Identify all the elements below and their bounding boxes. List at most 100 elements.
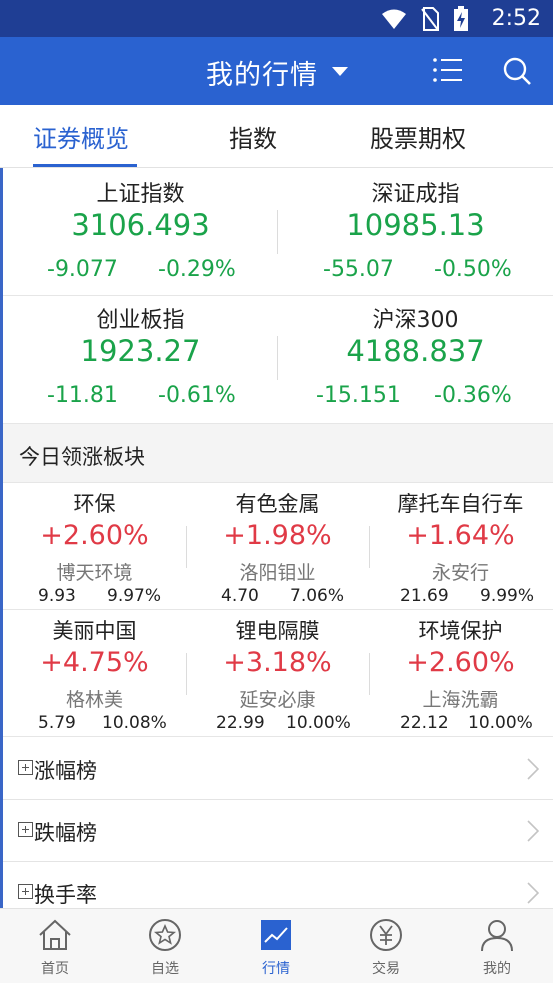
leading-stock-name: 延安必康	[239, 689, 316, 711]
leading-stock-name: 博天环境	[56, 562, 133, 584]
no-sim-icon	[421, 7, 439, 31]
nav-label: 交易	[372, 961, 400, 977]
index-row: 创业板指 1923.27 -11.81 -0.61% 沪深300 4188.83…	[3, 296, 553, 422]
index-value: 4188.837	[346, 334, 485, 368]
search-icon[interactable]	[502, 56, 532, 86]
leading-stock-pct: 10.00%	[286, 713, 351, 733]
leading-stock-pct: 9.99%	[480, 586, 535, 606]
list-icon[interactable]	[433, 57, 463, 83]
sector-card[interactable]: 环保 +2.60% 博天环境 9.93 9.97%	[3, 484, 186, 610]
tab-index[interactable]: 指数	[229, 119, 277, 154]
section-title: 今日领涨板块	[19, 445, 145, 469]
index-name: 创业板指	[96, 308, 185, 333]
nav-label: 自选	[151, 961, 179, 977]
status-icons	[381, 6, 469, 32]
leading-stock-price: 9.93	[38, 586, 76, 606]
index-change: -9.077	[47, 257, 118, 282]
sector-change-pct: +1.98%	[223, 520, 332, 551]
sector-name: 有色金属	[235, 492, 320, 516]
sector-card[interactable]: 美丽中国 +4.75% 格林美 5.79 10.08%	[3, 611, 186, 737]
index-card[interactable]: 沪深300 4188.837 -15.151 -0.36%	[278, 296, 553, 422]
nav-home[interactable]: 首页	[0, 909, 110, 983]
expand-icon	[18, 822, 33, 837]
leading-stock-price: 5.79	[38, 713, 76, 733]
sector-card[interactable]: 摩托车自行车 +1.64% 永安行 21.69 9.99%	[369, 484, 552, 610]
leading-stock-name: 格林美	[65, 689, 123, 711]
leading-stock-pct: 10.00%	[468, 713, 533, 733]
home-icon	[39, 919, 71, 950]
sector-name: 环保	[73, 492, 116, 516]
index-card[interactable]: 创业板指 1923.27 -11.81 -0.61%	[3, 296, 278, 422]
sector-change-pct: +2.60%	[406, 647, 515, 678]
index-name: 上证指数	[96, 182, 185, 207]
tab-securities-overview[interactable]: 证券概览	[33, 119, 129, 154]
sector-change-pct: +2.60%	[40, 520, 149, 551]
sector-change-pct: +3.18%	[223, 647, 332, 678]
nav-profile[interactable]: 我的	[442, 909, 552, 983]
index-card[interactable]: 上证指数 3106.493 -9.077 -0.29%	[3, 170, 278, 296]
rank-list-label: 换手率	[34, 883, 97, 907]
chart-icon	[261, 920, 291, 950]
index-value: 1923.27	[80, 334, 201, 368]
leading-stock-pct: 10.08%	[102, 713, 167, 733]
header-bar: 我的行情	[0, 37, 553, 105]
bottom-nav: 首页 自选 行情 交易 我的	[0, 908, 553, 983]
tab-bar: 证券概览 指数 股票期权	[0, 105, 553, 168]
active-tab-indicator	[33, 164, 137, 167]
star-icon	[149, 919, 181, 951]
leading-stock-name: 上海洗霸	[422, 689, 499, 711]
leading-stock-pct: 9.97%	[107, 586, 162, 606]
index-change: -55.07	[323, 257, 394, 282]
leading-stock-pct: 7.06%	[290, 586, 345, 606]
page-title[interactable]: 我的行情	[206, 53, 318, 92]
chevron-right-icon	[527, 820, 539, 842]
index-name: 深证成指	[371, 182, 460, 207]
index-change-pct: -0.29%	[158, 257, 236, 282]
index-value: 3106.493	[71, 208, 210, 242]
clock: 2:52	[491, 6, 541, 31]
rank-list-gainers[interactable]: 涨幅榜	[3, 738, 553, 800]
rank-list-losers[interactable]: 跌幅榜	[3, 800, 553, 862]
sector-name: 环境保护	[418, 619, 503, 643]
sector-card[interactable]: 环境保护 +2.60% 上海洗霸 22.12 10.00%	[369, 611, 552, 737]
leading-stock-name: 永安行	[431, 562, 489, 584]
chevron-right-icon	[527, 758, 539, 780]
app-frame: 2:52 我的行情 证券概览 指数 股票期权 上证指数 3106.493 -9.…	[0, 0, 553, 983]
leading-stock-price: 22.12	[400, 713, 449, 733]
index-card[interactable]: 深证成指 10985.13 -55.07 -0.50%	[278, 170, 553, 296]
index-change: -15.151	[316, 383, 401, 408]
user-icon	[481, 920, 513, 952]
battery-charging-icon	[454, 6, 468, 31]
nav-watchlist[interactable]: 自选	[110, 909, 220, 983]
status-bar: 2:52	[0, 0, 553, 37]
sector-change-pct: +1.64%	[406, 520, 515, 551]
index-change-pct: -0.61%	[158, 383, 236, 408]
leading-stock-price: 4.70	[221, 586, 259, 606]
nav-trade[interactable]: 交易	[331, 909, 441, 983]
tab-stock-options[interactable]: 股票期权	[370, 119, 466, 154]
expand-icon	[18, 884, 33, 899]
sector-name: 锂电隔膜	[235, 619, 320, 643]
nav-label: 首页	[41, 961, 69, 977]
sector-row: 美丽中国 +4.75% 格林美 5.79 10.08% 锂电隔膜 +3.18% …	[3, 611, 553, 737]
leading-stock-name: 洛阳钼业	[239, 562, 316, 584]
chevron-right-icon	[527, 882, 539, 904]
sector-row: 环保 +2.60% 博天环境 9.93 9.97% 有色金属 +1.98% 洛阳…	[3, 484, 553, 610]
index-name: 沪深300	[372, 308, 459, 333]
sector-card[interactable]: 有色金属 +1.98% 洛阳钼业 4.70 7.06%	[186, 484, 369, 610]
index-change-pct: -0.36%	[434, 383, 512, 408]
sector-card[interactable]: 锂电隔膜 +3.18% 延安必康 22.99 10.00%	[186, 611, 369, 737]
wifi-icon	[382, 9, 406, 29]
dropdown-caret-icon[interactable]	[332, 67, 348, 76]
rank-list-label: 跌幅榜	[34, 821, 97, 845]
leading-stock-price: 21.69	[400, 586, 449, 606]
index-row: 上证指数 3106.493 -9.077 -0.29% 深证成指 10985.1…	[3, 170, 553, 296]
expand-icon	[18, 760, 33, 775]
sector-change-pct: +4.75%	[40, 647, 149, 678]
sector-name: 摩托车自行车	[397, 492, 524, 516]
rank-list-label: 涨幅榜	[34, 759, 97, 783]
nav-market[interactable]: 行情	[221, 909, 331, 983]
index-value: 10985.13	[346, 208, 485, 242]
section-header-leading-sectors: 今日领涨板块	[3, 423, 553, 483]
leading-stock-price: 22.99	[216, 713, 265, 733]
